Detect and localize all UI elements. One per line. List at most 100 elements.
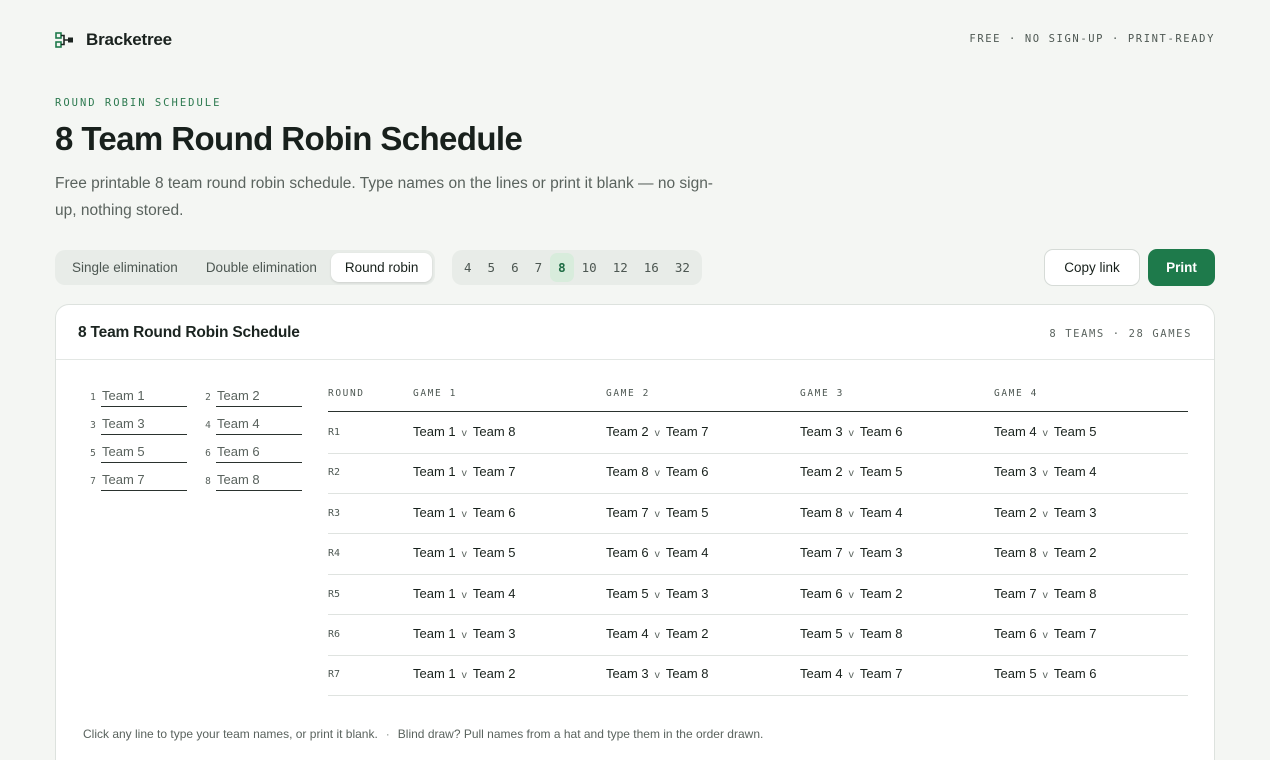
versus-label: v — [461, 427, 467, 439]
versus-label: v — [1042, 629, 1048, 641]
team-slot: 4 Team 4 — [203, 413, 303, 435]
away-team: Team 6 — [665, 464, 709, 480]
team-name-field[interactable]: Team 1 — [101, 385, 187, 407]
round-label: R7 — [328, 669, 341, 681]
matchup: Team 5 v Team 3 — [606, 586, 709, 601]
home-team: Team 7 — [606, 504, 649, 520]
versus-label: v — [848, 669, 854, 682]
team-count-option[interactable]: 8 — [550, 253, 574, 282]
home-team: Team 5 — [606, 585, 649, 601]
copy-link-button[interactable]: Copy link — [1044, 249, 1140, 286]
card-meta: 8 TEAMS · 28 GAMES — [1049, 328, 1192, 340]
home-team: Team 8 — [800, 504, 843, 520]
team-count-option[interactable]: 16 — [636, 253, 667, 282]
team-name-field[interactable]: Team 3 — [101, 413, 187, 435]
matchup: Team 4 v Team 2 — [606, 626, 709, 641]
versus-label: v — [848, 548, 854, 561]
matchup: Team 1 v Team 6 — [413, 505, 516, 520]
versus-label: v — [1042, 548, 1048, 561]
home-team: Team 3 — [800, 424, 843, 439]
versus-label: v — [1042, 467, 1048, 480]
team-slot: 2 Team 2 — [203, 385, 303, 407]
home-team: Team 4 — [800, 666, 843, 682]
round-row: R5 Team 1 v Team 4 Team 5 v Team 3 Team 6 v Team … — [328, 575, 1188, 616]
matchup: Team 2 v Team 3 — [994, 505, 1097, 520]
versus-label: v — [848, 467, 854, 480]
versus-label: v — [1042, 427, 1048, 439]
away-team: Team 7 — [1053, 626, 1097, 641]
home-team: Team 6 — [994, 626, 1037, 641]
team-slot: 3 Team 3 — [88, 413, 188, 435]
brand[interactable]: Bracketree — [55, 30, 172, 50]
versus-label: v — [654, 629, 660, 641]
home-team: Team 4 — [994, 424, 1037, 439]
team-name-field[interactable]: Team 7 — [101, 469, 187, 491]
versus-label: v — [461, 629, 467, 641]
versus-label: v — [1042, 507, 1048, 520]
away-team: Team 2 — [859, 585, 903, 601]
format-selector: Single elimination Double elimination Roun… — [55, 250, 436, 285]
away-team: Team 6 — [1053, 666, 1097, 682]
home-team: Team 5 — [994, 666, 1037, 682]
format-option[interactable]: Double elimination — [192, 253, 331, 282]
team-name-field[interactable]: Team 5 — [101, 441, 187, 463]
home-team: Team 7 — [994, 585, 1037, 601]
home-team: Team 3 — [606, 666, 649, 682]
versus-label: v — [461, 548, 467, 561]
matchup: Team 5 v Team 6 — [994, 666, 1097, 681]
card-header: 8 Team Round Robin Schedule 8 TEAMS · 28… — [56, 305, 1214, 360]
team-slot-number: 6 — [205, 448, 211, 459]
team-count-option[interactable]: 5 — [480, 253, 504, 282]
page-title: 8 Team Round Robin Schedule — [55, 120, 523, 157]
matchup: Team 7 v Team 3 — [800, 545, 903, 560]
footnote-right: Blind draw? Pull names from a hat and ty… — [397, 727, 764, 741]
matchup: Team 1 v Team 4 — [413, 586, 516, 601]
team-name-field[interactable]: Team 8 — [216, 469, 302, 491]
matchup: Team 6 v Team 4 — [606, 545, 709, 560]
versus-label: v — [461, 588, 467, 601]
round-row: R6 Team 1 v Team 3 Team 4 v Team 2 Team 5 v Team … — [328, 615, 1188, 656]
footnote: Click any line to type your team names, … — [83, 727, 763, 741]
format-option[interactable]: Round robin — [330, 253, 433, 282]
matchup: Team 6 v Team 2 — [800, 586, 903, 601]
team-slot: 6 Team 6 — [203, 441, 303, 463]
team-count-option[interactable]: 6 — [503, 253, 527, 282]
home-team: Team 5 — [800, 626, 843, 641]
away-team: Team 4 — [1053, 464, 1097, 480]
away-team: Team 7 — [472, 464, 516, 480]
team-name-field[interactable]: Team 2 — [216, 385, 302, 407]
team-count-option[interactable]: 7 — [527, 253, 551, 282]
away-team: Team 8 — [1053, 585, 1097, 601]
versus-label: v — [848, 588, 854, 601]
away-team: Team 2 — [665, 626, 709, 641]
matchup: Team 6 v Team 7 — [994, 626, 1097, 641]
team-count-option[interactable]: 32 — [667, 253, 698, 282]
team-name-field[interactable]: Team 6 — [216, 441, 302, 463]
home-team: Team 1 — [413, 626, 456, 641]
versus-label: v — [848, 629, 854, 641]
versus-label: v — [461, 467, 467, 480]
home-team: Team 7 — [800, 545, 843, 561]
round-row: R3 Team 1 v Team 6 Team 7 v Team 5 Team 8 v Team … — [328, 494, 1188, 535]
team-slot-number: 4 — [205, 420, 211, 431]
matchup: Team 8 v Team 4 — [800, 505, 903, 520]
team-count-option[interactable]: 12 — [605, 253, 636, 282]
round-label: R2 — [328, 467, 341, 479]
away-team: Team 2 — [472, 666, 516, 682]
away-team: Team 7 — [665, 424, 709, 439]
away-team: Team 8 — [472, 424, 516, 439]
away-team: Team 3 — [1053, 504, 1097, 520]
matchup: Team 7 v Team 5 — [606, 505, 709, 520]
print-button[interactable]: Print — [1148, 249, 1215, 286]
team-name-field[interactable]: Team 4 — [216, 413, 302, 435]
team-slot-number: 7 — [90, 476, 96, 487]
home-team: Team 6 — [800, 585, 843, 601]
home-team: Team 1 — [413, 424, 456, 439]
format-option[interactable]: Single elimination — [58, 253, 192, 282]
team-count-option[interactable]: 10 — [574, 253, 605, 282]
team-slot: 5 Team 5 — [88, 441, 188, 463]
team-count-option[interactable]: 4 — [456, 253, 480, 282]
versus-label: v — [461, 507, 467, 520]
matchup: Team 2 v Team 5 — [800, 464, 903, 479]
matchup: Team 3 v Team 6 — [800, 424, 903, 439]
